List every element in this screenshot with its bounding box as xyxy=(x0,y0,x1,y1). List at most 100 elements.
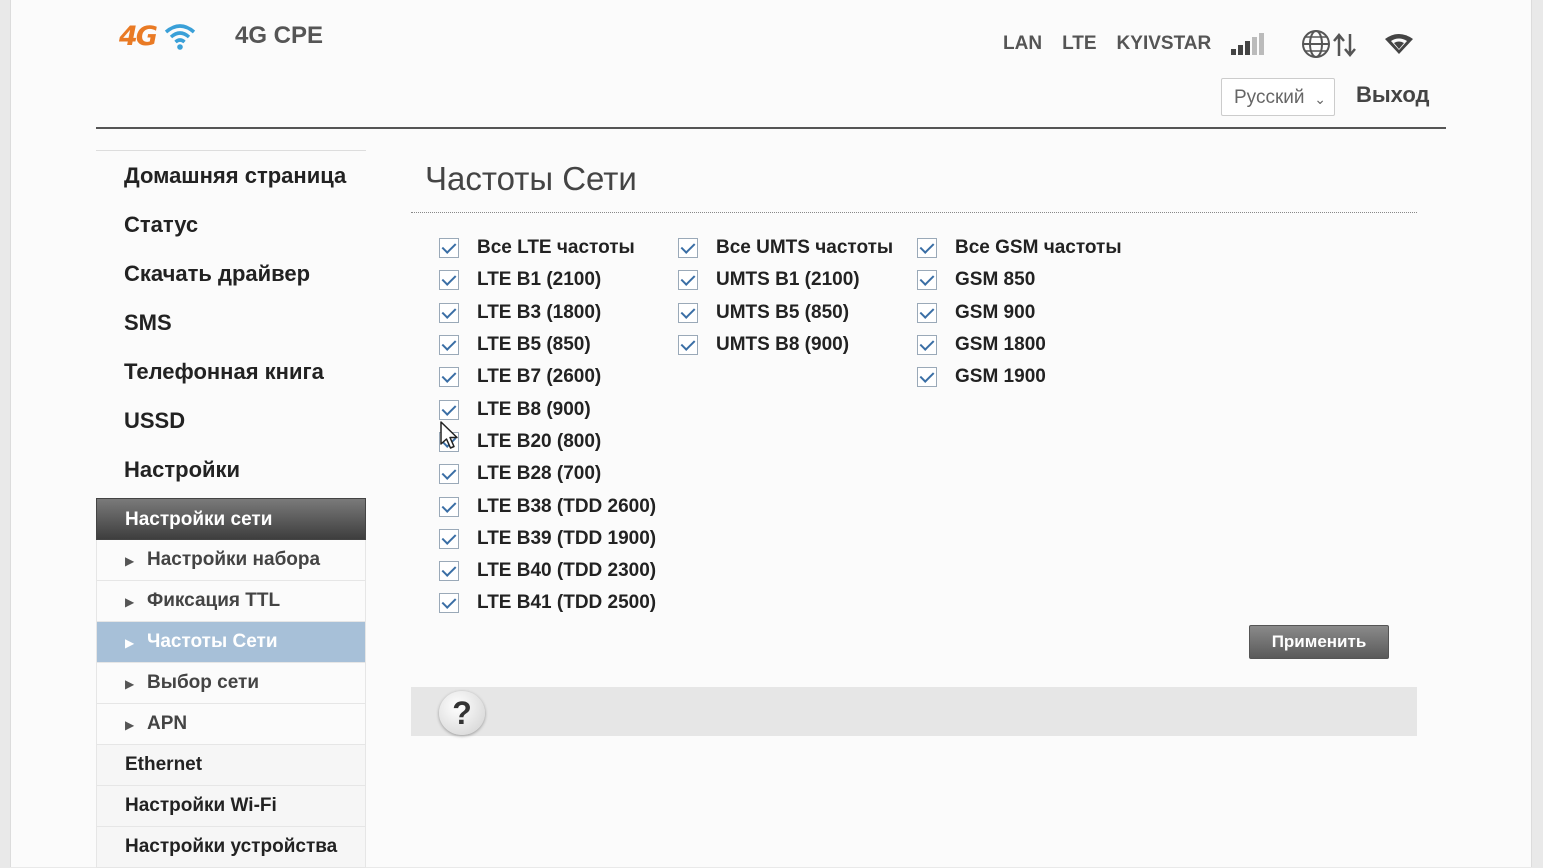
band-option-gsm-1800: GSM 1800 xyxy=(917,329,1122,361)
band-label: UMTS B1 (2100) xyxy=(716,269,860,291)
band-option-gsm-900: GSM 900 xyxy=(917,297,1122,329)
sidebar-subitem-network-bands[interactable]: ▶ Частоты Сети xyxy=(96,622,366,663)
band-label: LTE B3 (1800) xyxy=(477,301,602,323)
signal-strength-icon xyxy=(1231,33,1265,55)
checkbox-checked[interactable] xyxy=(439,367,459,388)
status-bar: LAN LTE KYIVSTAR xyxy=(1003,28,1415,60)
band-label: LTE B28 (700) xyxy=(477,463,602,485)
band-option-gsm-850: GSM 850 xyxy=(917,264,1122,296)
sidebar-item-phonebook[interactable]: Телефонная книга xyxy=(96,347,366,396)
sidebar-section-network-settings[interactable]: Настройки сети xyxy=(96,498,366,540)
band-label: GSM 1900 xyxy=(955,366,1046,388)
sidebar-item-settings[interactable]: Настройки xyxy=(96,445,366,494)
band-label: GSM 1800 xyxy=(955,334,1046,356)
sidebar-item-download-driver[interactable]: Скачать драйвер xyxy=(96,249,366,298)
checkbox-checked[interactable] xyxy=(917,270,937,291)
band-label: GSM 850 xyxy=(955,269,1036,291)
band-label: LTE B8 (900) xyxy=(477,398,591,420)
sidebar-item-sms[interactable]: SMS xyxy=(96,298,366,347)
caret-right-icon: ▶ xyxy=(125,595,135,609)
band-label: UMTS B5 (850) xyxy=(716,301,850,323)
sidebar-subitem-network-select[interactable]: ▶ Выбор сети xyxy=(96,663,366,704)
checkbox-checked[interactable] xyxy=(678,335,698,356)
checkbox-checked[interactable] xyxy=(439,496,459,517)
sidebar-item-ussd[interactable]: USSD xyxy=(96,396,366,445)
sidebar-item-ethernet[interactable]: Ethernet xyxy=(96,745,366,786)
title-divider xyxy=(411,212,1417,213)
sidebar-nav: Домашняя страница Статус Скачать драйвер… xyxy=(96,150,366,868)
checkbox-checked[interactable] xyxy=(917,367,937,388)
caret-right-icon: ▶ xyxy=(125,636,135,650)
band-option-lte-b8: LTE B8 (900) xyxy=(439,393,656,425)
checkbox-checked[interactable] xyxy=(439,528,459,549)
sidebar-subitem-label: Фиксация TTL xyxy=(147,590,281,611)
sidebar-subitem-label: Настройки набора xyxy=(147,549,321,570)
checkbox-checked[interactable] xyxy=(439,399,459,420)
checkbox-checked[interactable] xyxy=(678,302,698,323)
page-title: Частоты Сети xyxy=(425,160,637,197)
checkbox-checked[interactable] xyxy=(439,335,459,356)
language-select[interactable]: Русский ⌄ xyxy=(1221,78,1335,116)
band-option-lte-b41: LTE B41 (TDD 2500) xyxy=(439,587,656,619)
band-option-lte-b39: LTE B39 (TDD 1900) xyxy=(439,523,656,555)
connection-type: LAN xyxy=(1003,33,1043,54)
sidebar-item-wifi-settings[interactable]: Настройки Wi-Fi xyxy=(96,786,366,827)
band-option-lte-b28: LTE B28 (700) xyxy=(439,458,656,490)
checkbox-checked[interactable] xyxy=(678,270,698,291)
checkbox-checked[interactable] xyxy=(917,335,937,356)
help-icon[interactable]: ? xyxy=(439,691,485,735)
caret-right-icon: ▶ xyxy=(125,718,135,732)
band-label: LTE B40 (TDD 2300) xyxy=(477,560,657,582)
band-label: UMTS B8 (900) xyxy=(716,334,850,356)
sidebar-subitem-label: Частоты Сети xyxy=(147,631,278,652)
band-option-umts-b1: UMTS B1 (2100) xyxy=(678,264,893,296)
checkbox-checked[interactable] xyxy=(917,302,937,323)
band-option-lte-all: Все LTE частоты xyxy=(439,232,656,264)
band-label: LTE B39 (TDD 1900) xyxy=(477,527,657,549)
band-label: Все LTE частоты xyxy=(477,237,635,259)
checkbox-checked[interactable] xyxy=(439,270,459,291)
band-option-umts-b5: UMTS B5 (850) xyxy=(678,297,893,329)
band-label: LTE B7 (2600) xyxy=(477,366,602,388)
sidebar-subitem-label: Выбор сети xyxy=(147,672,260,693)
mouse-cursor-icon xyxy=(440,421,458,449)
logout-link[interactable]: Выход xyxy=(1356,82,1429,108)
checkbox-checked[interactable] xyxy=(439,302,459,323)
checkbox-checked[interactable] xyxy=(439,238,459,259)
checkbox-checked[interactable] xyxy=(917,238,937,259)
sidebar-subitem-apn[interactable]: ▶ APN xyxy=(96,704,366,745)
umts-band-column: Все UMTS частоты UMTS B1 (2100) UMTS B5 … xyxy=(678,232,893,361)
network-type: LTE xyxy=(1062,33,1097,54)
band-option-lte-b3: LTE B3 (1800) xyxy=(439,297,656,329)
caret-right-icon: ▶ xyxy=(125,677,135,691)
globe-data-icon xyxy=(1302,30,1357,58)
band-option-gsm-1900: GSM 1900 xyxy=(917,361,1122,393)
sidebar-subitem-dial-settings[interactable]: ▶ Настройки набора xyxy=(96,540,366,581)
band-option-lte-b1: LTE B1 (2100) xyxy=(439,264,656,296)
checkbox-checked[interactable] xyxy=(439,561,459,582)
sidebar-item-device-settings[interactable]: Настройки устройства xyxy=(96,827,366,868)
band-label: Все UMTS частоты xyxy=(716,237,894,259)
help-bar: ? xyxy=(411,687,1417,736)
sidebar-subitem-ttl-fix[interactable]: ▶ Фиксация TTL xyxy=(96,581,366,622)
caret-right-icon: ▶ xyxy=(125,554,135,568)
band-label: LTE B38 (TDD 2600) xyxy=(477,495,657,517)
header-divider xyxy=(96,127,1446,129)
band-option-umts-b8: UMTS B8 (900) xyxy=(678,329,893,361)
band-option-lte-b38: LTE B38 (TDD 2600) xyxy=(439,490,656,522)
band-option-gsm-all: Все GSM частоты xyxy=(917,232,1122,264)
sidebar-item-status[interactable]: Статус xyxy=(96,200,366,249)
apply-button[interactable]: Применить xyxy=(1249,625,1389,659)
checkbox-checked[interactable] xyxy=(439,464,459,485)
logo-wifi-icon xyxy=(164,24,196,50)
checkbox-checked[interactable] xyxy=(678,238,698,259)
gsm-band-column: Все GSM частоты GSM 850 GSM 900 GSM 1800… xyxy=(917,232,1122,393)
band-option-lte-b20: LTE B20 (800) xyxy=(439,426,656,458)
language-value: Русский xyxy=(1234,87,1305,108)
checkbox-checked[interactable] xyxy=(439,593,459,614)
lte-band-column: Все LTE частоты LTE B1 (2100) LTE B3 (18… xyxy=(439,232,656,620)
band-option-lte-b40: LTE B40 (TDD 2300) xyxy=(439,555,656,587)
sidebar-item-home[interactable]: Домашняя страница xyxy=(96,151,366,200)
band-label: LTE B1 (2100) xyxy=(477,269,602,291)
brand-logo: 4G xyxy=(119,20,198,52)
